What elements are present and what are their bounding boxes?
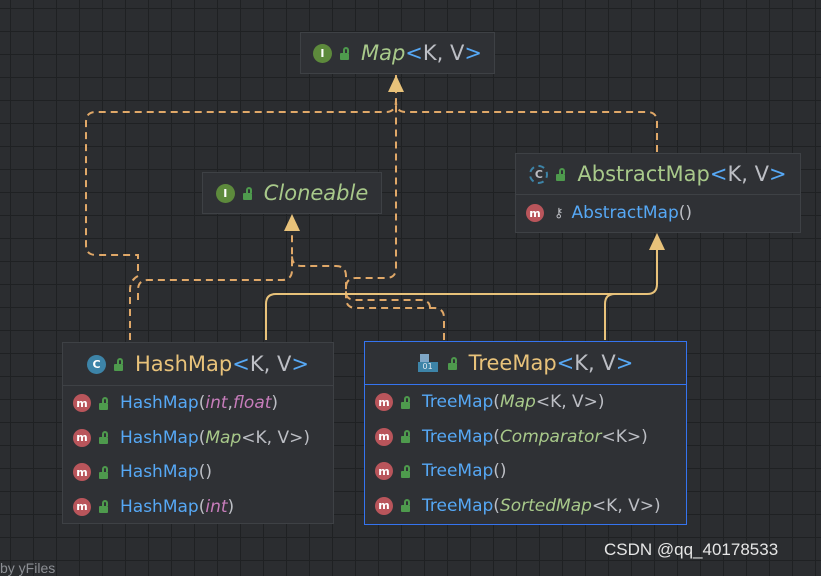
interface-icon: I	[312, 43, 332, 63]
node-hashmap-members: m HashMap(int, float) m HashMap(Map <K, V…	[63, 385, 333, 524]
node-hashmap-generic: <K, V>	[232, 352, 309, 376]
abstract-class-icon: C	[529, 164, 549, 184]
public-lock-icon	[447, 356, 457, 370]
method-icon: m	[375, 496, 393, 515]
member-row[interactable]: m TreeMap()	[365, 454, 686, 489]
arrowhead-cloneable	[284, 214, 300, 231]
node-cloneable[interactable]: I Cloneable	[202, 172, 382, 214]
node-abstractmap-generic: <K, V>	[709, 162, 787, 186]
public-lock-icon	[99, 431, 108, 445]
member-row[interactable]: m HashMap(Map <K, V>)	[63, 421, 333, 456]
edge-treemap-implements-cloneable	[291, 255, 431, 309]
method-icon: m	[375, 427, 393, 446]
edge-hashmap-implements-cloneable	[137, 228, 293, 300]
edge-treemap-extends-abstractmap	[604, 293, 647, 340]
public-lock-icon	[114, 357, 124, 371]
node-treemap-generic: <K, V>	[556, 351, 634, 375]
method-icon: m	[73, 428, 91, 447]
arrowhead-map	[388, 75, 404, 92]
public-lock-icon	[99, 396, 108, 410]
final-class-icon: 01	[417, 354, 438, 372]
public-lock-icon	[401, 395, 410, 409]
interface-icon: I	[215, 183, 235, 203]
member-row[interactable]: m TreeMap(Map <K, V>)	[365, 385, 686, 420]
member-row[interactable]: m TreeMap(Comparator <K>)	[365, 420, 686, 455]
member-row[interactable]: m HashMap(int)	[63, 490, 333, 525]
node-map-generic: <K, V>	[405, 41, 483, 65]
node-cloneable-title: Cloneable	[263, 181, 369, 205]
member-row[interactable]: m HashMap(int, float)	[63, 386, 333, 421]
node-treemap-members: m TreeMap(Map <K, V>) m TreeMap(Comparato…	[365, 384, 686, 523]
public-lock-icon	[401, 464, 410, 478]
public-lock-icon	[99, 465, 108, 479]
edge-abstractmap-implements-map	[395, 101, 658, 152]
public-lock-icon	[556, 167, 566, 181]
method-icon: m	[526, 204, 544, 222]
node-hashmap-header: C HashMap <K, V>	[63, 343, 333, 385]
edge-hashmap-extends-abstractmap	[265, 250, 658, 340]
watermark: CSDN @qq_40178533	[604, 540, 779, 559]
node-hashmap[interactable]: C HashMap <K, V> m HashMap(int, float) m…	[62, 342, 334, 524]
node-map-header: I Map <K, V>	[301, 33, 494, 73]
node-treemap-header: 01 TreeMap <K, V>	[365, 342, 686, 384]
method-icon: m	[73, 497, 91, 516]
node-cloneable-header: I Cloneable	[203, 173, 381, 213]
node-map-title: Map	[360, 41, 406, 65]
member-row[interactable]: m HashMap()	[63, 455, 333, 490]
yfiles-footer: by yFiles	[0, 560, 56, 576]
class-icon: C	[87, 354, 107, 374]
public-lock-icon	[339, 46, 349, 60]
node-treemap[interactable]: 01 TreeMap <K, V> m TreeMap(Map <K, V>) m…	[364, 341, 687, 525]
public-lock-icon	[99, 500, 108, 514]
node-hashmap-title: HashMap	[135, 352, 233, 376]
member-row[interactable]: m TreeMap(SortedMap <K, V>)	[365, 489, 686, 524]
method-icon: m	[73, 394, 91, 413]
method-icon: m	[375, 462, 393, 481]
member-row[interactable]: m ⚷ AbstractMap()	[516, 195, 800, 231]
method-icon: m	[375, 393, 393, 412]
arrowhead-abstractmap	[649, 233, 665, 250]
node-abstractmap-header: C AbstractMap <K, V>	[516, 154, 800, 194]
protected-key-icon: ⚷	[554, 205, 564, 221]
node-abstractmap-members: m ⚷ AbstractMap()	[516, 194, 800, 231]
node-map[interactable]: I Map <K, V>	[300, 32, 495, 74]
public-lock-icon	[242, 186, 252, 200]
node-abstractmap-title: AbstractMap	[577, 162, 710, 186]
node-abstractmap[interactable]: C AbstractMap <K, V> m ⚷ AbstractMap()	[515, 153, 801, 233]
node-treemap-title: TreeMap	[468, 351, 557, 375]
public-lock-icon	[401, 499, 410, 513]
public-lock-icon	[401, 430, 410, 444]
method-icon: m	[73, 463, 91, 482]
